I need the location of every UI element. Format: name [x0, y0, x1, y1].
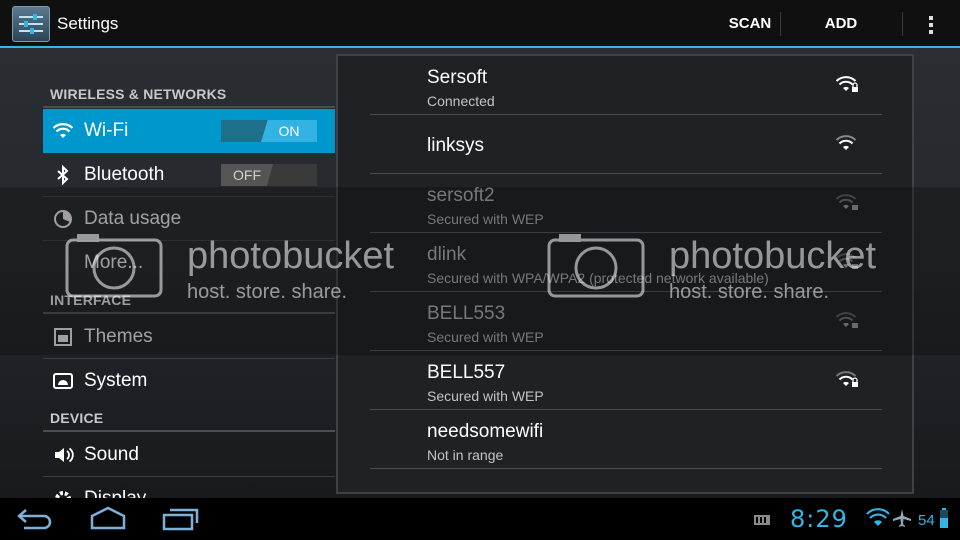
wifi-toggle[interactable]: ON: [221, 120, 317, 142]
divider: [370, 468, 882, 469]
network-item-linksys[interactable]: linksys: [370, 115, 882, 174]
bluetooth-icon: [57, 164, 69, 186]
sidebar-item-bluetooth[interactable]: Bluetooth OFF: [43, 153, 335, 197]
add-network-button[interactable]: ADD NETWORK: [784, 0, 898, 80]
divider: [902, 12, 903, 36]
section-header-wireless: WIRELESS & NETWORKS: [50, 86, 227, 102]
wifi-status-icon: [866, 508, 890, 526]
sidebar-item-label: Sound: [84, 444, 139, 465]
sidebar-item-display[interactable]: Display: [43, 477, 335, 498]
network-status: Not in range: [427, 447, 504, 463]
recent-apps-icon[interactable]: [162, 506, 200, 532]
wifi-signal-locked-icon: [836, 76, 858, 92]
sidebar-item-label: Data usage: [84, 208, 182, 229]
themes-icon: [54, 328, 72, 346]
sidebar-item-data-usage[interactable]: Data usage: [43, 197, 335, 241]
network-name: BELL553: [427, 303, 506, 324]
section-header-interface: INTERFACE: [50, 292, 132, 308]
settings-app-icon[interactable]: [12, 6, 50, 42]
section-divider: [43, 312, 335, 314]
network-item-sersoft[interactable]: Sersoft Connected: [370, 56, 882, 115]
wifi-network-list: Sersoft Connected linksys sersoft2 Secur: [336, 54, 914, 494]
status-clock: 8:29: [790, 505, 848, 533]
network-item-sersoft2[interactable]: sersoft2 Secured with WEP: [370, 174, 882, 233]
data-usage-icon: [54, 210, 72, 228]
network-name: dlink: [427, 244, 467, 265]
network-name: needsomewifi: [427, 421, 544, 442]
wifi-signal-locked-icon: [836, 253, 858, 269]
sidebar-item-label: Display: [84, 488, 146, 498]
network-status: Secured with WPA/WPA2 (protected network…: [427, 270, 769, 286]
wifi-signal-locked-icon: [836, 371, 858, 387]
sidebar-item-system[interactable]: System: [43, 359, 335, 403]
content-area: WIRELESS & NETWORKS Wi-Fi ON Bluetooth O…: [0, 48, 960, 498]
settings-sidebar: WIRELESS & NETWORKS Wi-Fi ON Bluetooth O…: [0, 48, 335, 498]
toggle-state: ON: [261, 120, 317, 142]
network-status: Secured with WEP: [427, 388, 544, 404]
sidebar-item-themes[interactable]: Themes: [43, 315, 335, 359]
sidebar-item-label: More...: [84, 252, 144, 273]
back-icon[interactable]: [16, 506, 54, 530]
android-icon: [53, 373, 73, 389]
sidebar-item-label: Bluetooth: [84, 164, 165, 185]
section-header-device: DEVICE: [50, 410, 104, 426]
network-name: linksys: [427, 135, 485, 156]
wifi-signal-locked-icon: [836, 312, 858, 328]
toggle-state: OFF: [221, 164, 273, 186]
network-item-dlink[interactable]: dlink Secured with WPA/WPA2 (protected n…: [370, 233, 882, 292]
airplane-icon: [893, 509, 911, 527]
bluetooth-toggle[interactable]: OFF: [221, 164, 317, 186]
sidebar-item-label: System: [84, 370, 148, 391]
sidebar-item-sound[interactable]: Sound: [43, 433, 335, 477]
speaker-icon: [55, 447, 74, 463]
network-item-needsomewifi[interactable]: needsomewifi Not in range: [370, 410, 882, 469]
app-title: Settings: [57, 14, 119, 33]
network-status: Connected: [427, 93, 495, 109]
wifi-signal-icon: [836, 135, 857, 150]
wifi-icon: [52, 123, 74, 138]
sidebar-item-more[interactable]: More...: [43, 241, 335, 285]
section-divider: [43, 430, 335, 432]
sd-card-icon: [754, 515, 770, 525]
divider: [780, 12, 781, 36]
network-status: Secured with WEP: [427, 329, 544, 345]
network-item-bell557[interactable]: BELL557 Secured with WEP: [370, 351, 882, 410]
home-icon[interactable]: [90, 506, 126, 532]
wifi-signal-locked-icon: [836, 194, 858, 210]
action-bar: Settings SCAN ADD NETWORK: [0, 0, 960, 80]
network-name: BELL557: [427, 362, 506, 383]
network-status: Secured with WEP: [427, 211, 544, 227]
sidebar-item-wifi[interactable]: Wi-Fi ON: [43, 109, 335, 153]
sidebar-item-label: Wi-Fi: [84, 120, 129, 141]
overflow-menu-icon[interactable]: [924, 14, 938, 34]
gear-icon: [55, 491, 71, 498]
network-item-bell553[interactable]: BELL553 Secured with WEP: [370, 292, 882, 351]
network-name: Sersoft: [427, 67, 488, 88]
section-divider: [43, 106, 335, 108]
scan-button[interactable]: SCAN: [722, 0, 778, 48]
sidebar-item-label: Themes: [84, 326, 153, 347]
network-name: sersoft2: [427, 185, 495, 206]
battery-level: 54: [918, 512, 935, 529]
battery-icon: [940, 508, 948, 528]
